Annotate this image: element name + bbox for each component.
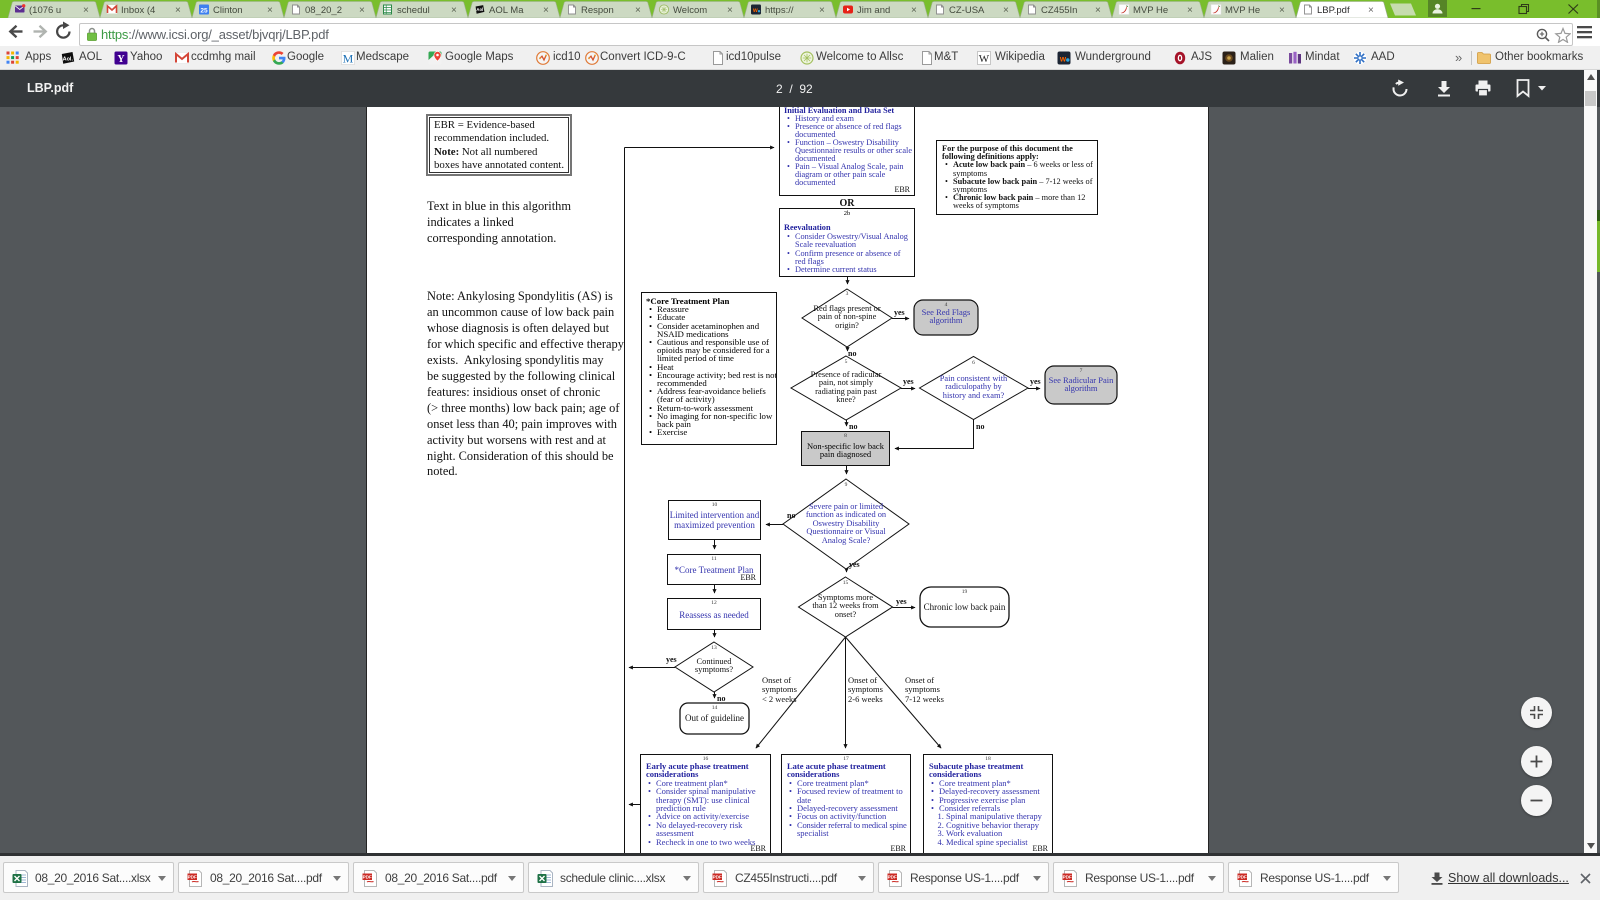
svg-text:PDF: PDF: [363, 875, 372, 880]
svg-text:Aol: Aol: [476, 7, 483, 12]
svg-text:×: ×: [543, 5, 549, 16]
svg-text:PDF: PDF: [1063, 875, 1072, 880]
svg-text:×: ×: [911, 5, 917, 16]
svg-text:AOL Ma: AOL Ma: [489, 5, 524, 16]
svg-text:×: ×: [1187, 5, 1193, 16]
svg-text:M: M: [343, 52, 354, 66]
svg-text:×: ×: [1368, 5, 1374, 16]
svg-text:PDF: PDF: [1238, 875, 1247, 880]
svg-text:×: ×: [451, 5, 457, 16]
svg-text:MVP He: MVP He: [1133, 5, 1168, 16]
svg-text:×: ×: [819, 5, 825, 16]
svg-text:08_20_2: 08_20_2: [305, 5, 342, 16]
svg-text:PDF: PDF: [188, 875, 197, 880]
svg-text:schedul: schedul: [397, 5, 430, 16]
svg-text:25: 25: [200, 7, 208, 14]
svg-text:×: ×: [83, 5, 89, 16]
svg-text:×: ×: [635, 5, 641, 16]
svg-text:×: ×: [1279, 5, 1285, 16]
svg-text:LBP.pdf: LBP.pdf: [1317, 5, 1350, 16]
svg-text:MVP He: MVP He: [1225, 5, 1260, 16]
svg-text:w: w: [752, 8, 758, 14]
svg-text:CZ455In: CZ455In: [1041, 5, 1077, 16]
svg-text:PDF: PDF: [713, 875, 722, 880]
svg-text:W: W: [979, 53, 990, 65]
svg-text:Respon: Respon: [581, 5, 614, 16]
svg-text:×: ×: [359, 5, 365, 16]
svg-text:×: ×: [267, 5, 273, 16]
svg-text:CZ-USA: CZ-USA: [949, 5, 985, 16]
svg-text:Jim and: Jim and: [857, 5, 890, 16]
svg-text:×: ×: [1003, 5, 1009, 16]
svg-text:Y: Y: [117, 54, 125, 65]
svg-text:×: ×: [1095, 5, 1101, 16]
svg-text:PDF: PDF: [888, 875, 897, 880]
svg-text:Welcom: Welcom: [673, 5, 707, 16]
svg-text:Clinton: Clinton: [213, 5, 243, 16]
svg-text:w: w: [1059, 55, 1067, 64]
svg-text:×: ×: [175, 5, 181, 16]
svg-text:Inbox (4: Inbox (4: [121, 5, 155, 16]
svg-text:×: ×: [727, 5, 733, 16]
svg-text:https://: https://: [765, 5, 794, 16]
svg-text:Aol.: Aol.: [63, 57, 74, 63]
svg-text:(1076 u: (1076 u: [29, 5, 61, 16]
